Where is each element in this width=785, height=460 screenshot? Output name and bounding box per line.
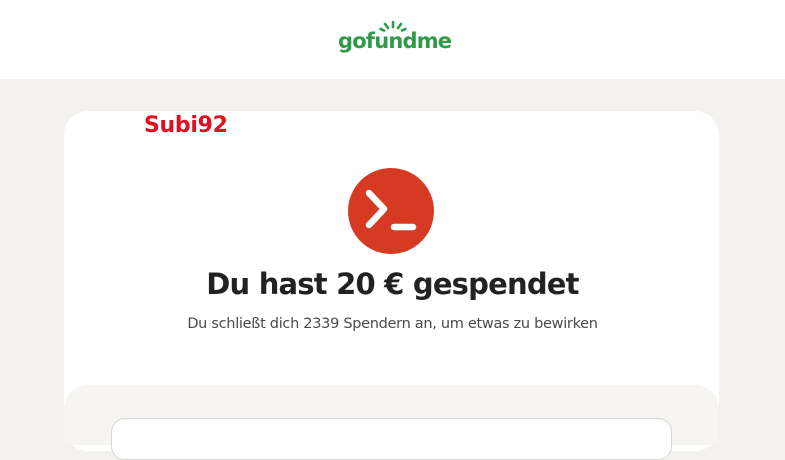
gofundme-logo[interactable]: gofundme: [338, 20, 452, 58]
donation-subtitle: Du schließt dich 2339 Spendern an, um et…: [187, 316, 598, 332]
terminal-prompt-icon: [348, 168, 434, 254]
username-overlay-label: Subi92: [144, 113, 228, 138]
top-header: gofundme: [0, 0, 785, 79]
lower-input-box[interactable]: [111, 418, 672, 460]
campaign-avatar: [347, 167, 435, 255]
donation-headline: Du hast 20 € gespendet: [206, 267, 579, 301]
logo-text: gofundme: [338, 29, 452, 53]
